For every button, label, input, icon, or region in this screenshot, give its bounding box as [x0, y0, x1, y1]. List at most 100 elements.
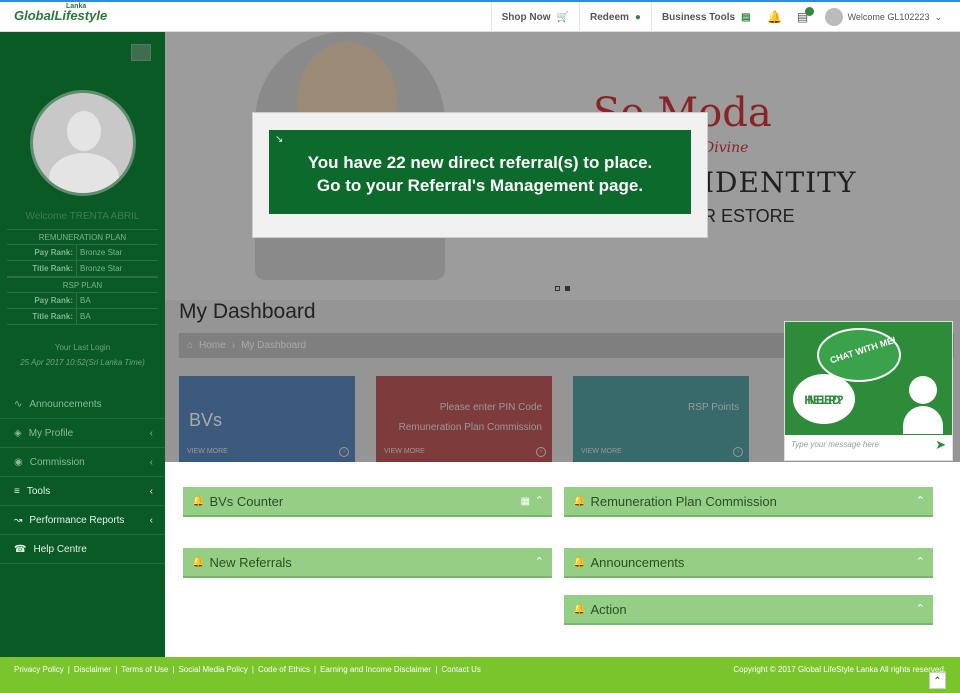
shop-now-label: Shop Now: [501, 11, 551, 23]
layers-icon: ≡: [14, 485, 20, 497]
bvs-counter-panel[interactable]: 🔔 BVs Counter ▦ ⌃: [183, 487, 552, 517]
hamburger-icon[interactable]: [131, 44, 151, 61]
cart-icon: 🛒: [556, 11, 569, 23]
footer-link-ethics[interactable]: Code of Ethics: [258, 665, 310, 674]
chevron-up-icon[interactable]: ⌃: [535, 494, 544, 507]
inbox-icon[interactable]: ▤: [789, 2, 817, 32]
tile-line1: RSP Points: [688, 402, 739, 413]
footer-link-earning[interactable]: Earning and Income Disclaimer: [320, 665, 431, 674]
rss-icon: ∿: [14, 398, 23, 410]
headset-agent-icon: [903, 376, 943, 434]
bell-icon: 🔔: [573, 603, 586, 615]
rsp-pay-rank-row: Pay Rank: BA: [7, 293, 158, 309]
referral-notice-text: You have 22 new direct referral(s) to pl…: [269, 151, 691, 197]
remuneration-panel[interactable]: 🔔 Remuneration Plan Commission ⌃: [564, 487, 933, 517]
notice-line2: Go to your Referral's Management page.: [316, 176, 644, 195]
chat-widget[interactable]: CHAT WITH ME! NEED HELP? Type your messag…: [784, 321, 953, 461]
bell-icon: 🔔: [573, 556, 586, 568]
sidebar-item-performance-reports[interactable]: ↝ Performance Reports ‹: [0, 506, 165, 535]
banner-identity: IDENTITY: [703, 166, 857, 199]
sidebar-item-label: Announcements: [29, 398, 102, 410]
footer-link-privacy[interactable]: Privacy Policy: [14, 665, 64, 674]
footer: Privacy Policy | Disclaimer | Terms of Use…: [0, 657, 960, 693]
sidebar-item-label: My Profile: [28, 427, 74, 439]
logo[interactable]: GlobalLifestyle Lanka: [14, 3, 107, 23]
carousel-dot[interactable]: [555, 286, 560, 291]
business-tools-link[interactable]: Business Tools ▤: [650, 2, 761, 32]
footer-link-disclaimer[interactable]: Disclaimer: [74, 665, 111, 674]
chat-banner[interactable]: CHAT WITH ME! NEED HELP?: [785, 322, 952, 435]
referral-notice-box[interactable]: ↘ You have 22 new direct referral(s) to …: [269, 130, 691, 214]
breadcrumb-home[interactable]: Home: [199, 340, 226, 351]
new-referrals-panel[interactable]: 🔔 New Referrals ⌃: [183, 548, 552, 578]
announcements-panel[interactable]: 🔔 Announcements ⌃: [564, 548, 933, 578]
chevron-up-icon[interactable]: ⌃: [535, 555, 544, 568]
chevron-up-icon[interactable]: ⌃: [916, 602, 925, 615]
sidebar-item-commission[interactable]: ◉ Commission ‹: [0, 448, 165, 477]
sidebar-item-tools[interactable]: ≡ Tools ‹: [0, 477, 165, 506]
remuneration-tile[interactable]: Please enter PIN Code Remuneration Plan …: [376, 376, 552, 463]
rsp-pay-rank-value: BA: [80, 296, 91, 305]
view-more-link[interactable]: VIEW MORE: [581, 448, 622, 455]
separator: |: [67, 665, 70, 674]
globe-icon: ◉: [14, 456, 23, 468]
arrow-right-icon: ›: [536, 447, 546, 457]
carousel-dots: [555, 286, 570, 291]
panel-title: New Referrals: [209, 554, 292, 570]
user-menu[interactable]: Welcome GL102223 ⌄: [817, 8, 960, 26]
sidebar-item-label: Tools: [26, 485, 51, 497]
chart-line-icon: ↝: [14, 514, 23, 526]
briefcase-icon: ▤: [741, 11, 751, 23]
footer-link-social[interactable]: Social Media Policy: [179, 665, 248, 674]
redeem-link[interactable]: Redeem ●: [578, 2, 651, 32]
welcome-label: Welcome GL102223: [847, 12, 930, 22]
home-icon: ⌂: [187, 340, 194, 351]
rsp-title-rank-value: BA: [80, 312, 91, 321]
arrow-right-icon: ›: [733, 447, 743, 457]
carousel-dot-active[interactable]: [565, 286, 570, 291]
avatar: [824, 8, 843, 26]
help-bubble-text: NEED HELP?: [793, 384, 855, 407]
title-rank-label: Title Rank:: [7, 261, 77, 276]
send-icon[interactable]: ➤: [935, 437, 946, 453]
arrow-right-icon: ›: [339, 447, 349, 457]
bell-icon: 🔔: [573, 495, 586, 507]
chevron-up-icon[interactable]: ⌃: [916, 555, 925, 568]
top-nav: Shop Now 🛒 Redeem ● Business Tools ▤ 🔔 ▤ We…: [490, 2, 960, 32]
chevron-up-icon[interactable]: ⌃: [916, 494, 925, 507]
sidebar-item-announcements[interactable]: ∿ Announcements: [0, 390, 165, 419]
chat-bubble-text: CHAT WITH ME!: [828, 334, 898, 366]
bell-icon[interactable]: 🔔: [761, 2, 789, 32]
sidebar-item-help-centre[interactable]: ☎ Help Centre: [0, 535, 165, 564]
view-more-link[interactable]: VIEW MORE: [384, 448, 425, 455]
rsp-points-tile[interactable]: RSP Points VIEW MORE ›: [573, 376, 749, 463]
sidebar-item-label: Help Centre: [33, 543, 87, 555]
banner-tagline: Divine: [703, 140, 749, 156]
pay-rank-value: Bronze Star: [80, 248, 123, 257]
banner-estore: R ESTORE: [703, 206, 795, 226]
resize-arrow-icon: ↘: [275, 134, 284, 145]
bvs-tile[interactable]: BVs VIEW MORE ›: [179, 376, 355, 463]
copyright: Copyright © 2017 Global LifeStyle Lanka …: [733, 665, 946, 674]
footer-link-contact[interactable]: Contact Us: [441, 665, 481, 674]
last-login-value: 25 Apr 2017 10:52(Sri Lanka Time): [20, 358, 145, 367]
logo-sub: Lanka: [66, 3, 87, 10]
panel-title: BVs Counter: [209, 493, 284, 509]
footer-links: Privacy Policy | Disclaimer | Terms of Use…: [14, 665, 481, 674]
sidebar-menu: ∿ Announcements ◈ My Profile ‹ ◉ Commission ‹…: [0, 390, 165, 564]
sidebar-welcome: Welcome TRENTA ABRIL: [25, 211, 140, 222]
pay-rank-row: Pay Rank: Bronze Star: [7, 245, 158, 261]
chevron-left-icon: ‹: [149, 427, 153, 439]
calendar-icon[interactable]: ▦: [521, 496, 530, 507]
top-bar: GlobalLifestyle Lanka Shop Now 🛒 Redeem ● B…: [0, 0, 960, 32]
chat-message-input[interactable]: Type your message here: [791, 440, 879, 449]
action-panel[interactable]: 🔔 Action ⌃: [564, 595, 933, 625]
view-more-link[interactable]: VIEW MORE: [187, 448, 228, 455]
footer-link-terms[interactable]: Terms of Use: [121, 665, 168, 674]
bell-icon: 🔔: [192, 495, 205, 507]
rsp-heading: RSP PLAN: [7, 277, 158, 293]
shop-now-link[interactable]: Shop Now 🛒: [490, 2, 579, 32]
tag-icon: ◈: [14, 427, 22, 439]
back-to-top-button[interactable]: ⌃: [929, 672, 946, 689]
sidebar-item-my-profile[interactable]: ◈ My Profile ‹: [0, 419, 165, 448]
